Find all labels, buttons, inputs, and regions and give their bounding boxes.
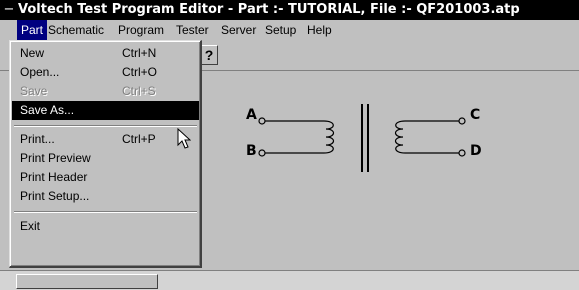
terminal-c-label: C [470,107,481,123]
menu-item-exit[interactable]: Exit [12,217,199,236]
menu-item-label: Save As... [20,103,75,117]
menu-item-label: Print Setup... [20,189,90,203]
horizontal-scrollbar[interactable] [0,270,579,290]
menu-item-print-preview[interactable]: Print Preview [12,149,199,168]
menu-item-shortcut: Ctrl+N [122,46,157,60]
part-menu-dropdown: New Ctrl+N Open... Ctrl+O Save Ctrl+S Sa… [9,40,202,268]
menu-item-shortcut: Ctrl+P [122,132,156,146]
menu-item-label: Print Header [20,170,88,184]
menu-item-print-setup[interactable]: Print Setup... [12,187,199,206]
menu-item-new[interactable]: New Ctrl+N [12,44,199,63]
terminal-b-label: B [246,143,257,159]
primary-winding [323,120,335,154]
terminal-b-node [258,149,266,157]
secondary-winding [394,120,406,154]
menu-item-label: Exit [20,219,41,233]
terminal-d-node [458,149,466,157]
menu-item-shortcut: Ctrl+O [122,65,158,79]
scrollbar-thumb[interactable] [16,274,158,289]
menu-item-label: Print Preview [20,151,91,165]
mouse-pointer-icon [177,128,191,149]
terminal-a-node [258,117,266,125]
menu-item-label: Save [20,84,48,98]
app-window: − Voltech Test Program Editor - Part :- T… [0,0,579,290]
menu-separator [14,211,197,213]
menu-item-label: New [20,46,45,60]
menu-item-label: Open... [20,65,60,79]
menu-item-label: Print... [20,132,55,146]
menu-separator [14,125,197,127]
terminal-c-node [458,117,466,125]
menu-item-shortcut: Ctrl+S [122,84,156,98]
menu-item-save-as[interactable]: Save As... [12,101,199,120]
menu-item-print-header[interactable]: Print Header [12,168,199,187]
menu-item-print[interactable]: Print... Ctrl+P [12,130,199,149]
terminal-d-label: D [470,143,482,159]
terminal-a-label: A [246,107,257,123]
menu-item-save: Save Ctrl+S [12,82,199,101]
menu-item-open[interactable]: Open... Ctrl+O [12,63,199,82]
